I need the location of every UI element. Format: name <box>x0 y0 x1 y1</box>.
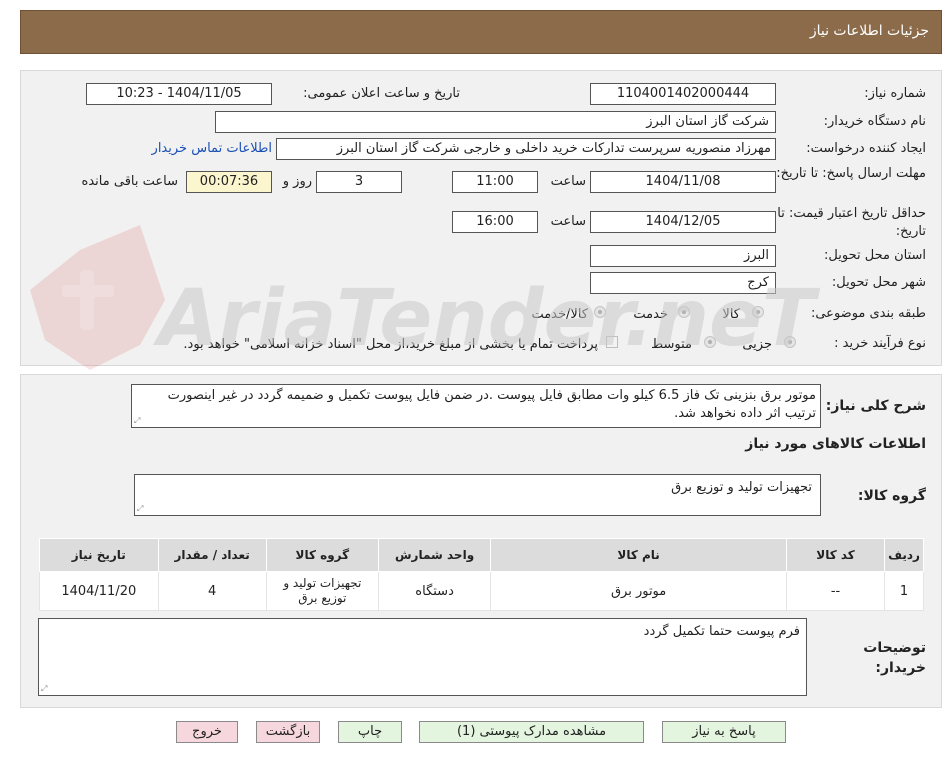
table-row: 1 -- موتور برق دستگاه تجهیزات تولید و تو… <box>39 571 924 611</box>
treasury-payment-note: پرداخت تمام یا بخشی از مبلغ خرید،از محل … <box>183 337 598 352</box>
cell-quantity: 4 <box>157 571 267 611</box>
reply-deadline-date-field: 1404/11/08 <box>590 171 776 193</box>
reply-deadline-time-label: ساعت <box>550 174 586 189</box>
delivery-province-label: استان محل تحویل: <box>824 248 926 263</box>
category-goods-label: کالا <box>722 307 740 322</box>
price-validity-time-label: ساعت <box>550 214 586 229</box>
remaining-time-label: ساعت باقی مانده <box>81 174 178 189</box>
print-button[interactable]: چاپ <box>338 721 402 743</box>
reply-days-field: 3 <box>316 171 402 193</box>
requester-field: مهرزاد منصوریه سرپرست تدارکات خرید داخلی… <box>276 138 776 160</box>
goods-group-label: گروه کالا: <box>857 488 926 504</box>
cell-unit: دستگاه <box>377 571 492 611</box>
cell-item-code: -- <box>785 571 886 611</box>
back-button[interactable]: بازگشت <box>256 721 320 743</box>
col-row-number: ردیف <box>884 538 924 572</box>
goods-group-text: تجهیزات تولید و توزیع برق <box>671 480 812 495</box>
buyer-notes-label: توضیحات خریدار: <box>863 640 926 676</box>
items-table: ردیف کد کالا نام کالا واحد شمارش گروه کا… <box>39 538 924 611</box>
delivery-city-label: شهر محل تحویل: <box>831 275 926 290</box>
description-text: موتور برق بنزینی تک فاز 6.5 کیلو وات مطا… <box>167 388 816 421</box>
description-label: شرح کلی نیاز: <box>825 398 926 414</box>
need-number-field: 1104001402000444 <box>590 83 776 105</box>
buyer-notes-textarea: فرم پیوست حتما تکمیل گردد ⤢ <box>38 618 807 696</box>
price-validity-time-field: 16:00 <box>452 211 538 233</box>
remaining-time-field: 00:07:36 <box>186 171 272 193</box>
purchase-minor-label: جزیی <box>742 337 772 352</box>
col-unit: واحد شمارش <box>377 538 492 572</box>
col-goods-group: گروه کالا <box>265 538 379 572</box>
page-header: جزئیات اطلاعات نیاز <box>20 10 942 54</box>
reply-deadline-time-field: 11:00 <box>452 171 538 193</box>
category-label: طبقه بندی موضوعی: <box>810 306 926 321</box>
goods-group-textarea: تجهیزات تولید و توزیع برق ⤢ <box>134 474 821 516</box>
purchase-medium-label: متوسط <box>651 337 692 352</box>
resize-handle-icon: ⤢ <box>137 504 144 513</box>
goods-info-title: اطلاعات کالاهای مورد نیاز <box>745 436 926 452</box>
announce-datetime-label: تاریخ و ساعت اعلان عمومی: <box>303 86 460 101</box>
view-attachments-button[interactable]: مشاهده مدارک پیوستی (1) <box>419 721 644 743</box>
buyer-contact-link[interactable]: اطلاعات تماس خریدار <box>152 141 272 156</box>
need-number-label: شماره نیاز: <box>864 86 926 101</box>
purchase-medium-radio[interactable] <box>704 336 716 348</box>
delivery-city-field: کرج <box>590 272 776 294</box>
buyer-notes-text: فرم پیوست حتما تکمیل گردد <box>643 624 800 639</box>
category-service-radio[interactable] <box>678 306 690 318</box>
purchase-minor-radio[interactable] <box>784 336 796 348</box>
col-item-name: نام کالا <box>490 538 787 572</box>
category-goods-radio[interactable] <box>752 306 764 318</box>
resize-handle-icon: ⤢ <box>134 416 141 425</box>
exit-button[interactable]: خروج <box>176 721 238 743</box>
price-validity-date-field: 1404/12/05 <box>590 211 776 233</box>
reply-deadline-label: مهلت ارسال پاسخ: تا تاریخ: <box>776 166 926 181</box>
category-service-label: خدمت <box>633 307 668 322</box>
page-title: جزئیات اطلاعات نیاز <box>809 23 929 39</box>
announce-datetime-field: 1404/11/05 - 10:23 <box>86 83 272 105</box>
price-validity-label: حداقل تاریخ اعتبار قیمت: تا تاریخ: <box>777 206 926 239</box>
col-need-date: تاریخ نیاز <box>39 538 159 572</box>
cell-item-name: موتور برق <box>490 571 787 611</box>
buyer-org-field: شرکت گاز استان البرز <box>215 111 776 133</box>
col-quantity: تعداد / مقدار <box>157 538 267 572</box>
requester-label: ایجاد کننده درخواست: <box>806 141 926 156</box>
category-goods-service-label: کالا/خدمت <box>531 307 588 322</box>
reply-days-label: روز و <box>282 174 312 189</box>
resize-handle-icon: ⤢ <box>41 684 48 693</box>
delivery-province-field: البرز <box>590 245 776 267</box>
category-goods-service-radio[interactable] <box>594 306 606 318</box>
treasury-payment-checkbox[interactable] <box>606 336 618 348</box>
cell-goods-group: تجهیزات تولید و توزیع برق <box>265 571 379 611</box>
buyer-org-label: نام دستگاه خریدار: <box>823 114 926 129</box>
purchase-type-label: نوع فرآیند خرید : <box>834 336 926 351</box>
description-textarea: موتور برق بنزینی تک فاز 6.5 کیلو وات مطا… <box>131 384 821 428</box>
cell-need-date: 1404/11/20 <box>39 571 159 611</box>
col-item-code: کد کالا <box>785 538 886 572</box>
cell-row-number: 1 <box>884 571 924 611</box>
reply-button[interactable]: پاسخ به نیاز <box>662 721 786 743</box>
table-header-row: ردیف کد کالا نام کالا واحد شمارش گروه کا… <box>39 538 924 572</box>
